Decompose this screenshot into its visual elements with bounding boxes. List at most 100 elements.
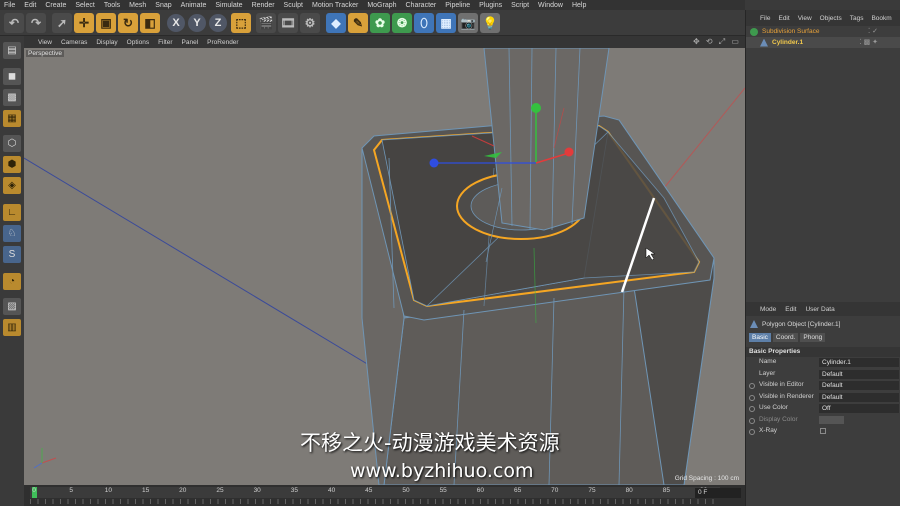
display-color-swatch[interactable] — [819, 415, 844, 424]
locked-workplane-icon[interactable]: ▥ — [3, 319, 21, 336]
om-menu-file[interactable]: File — [760, 15, 770, 22]
snap-icon[interactable]: S — [3, 246, 21, 263]
cloner-icon[interactable]: ❂ — [392, 13, 412, 33]
menu-select[interactable]: Select — [75, 2, 94, 9]
attr-row-visible-renderer: Visible in Renderer Default — [746, 392, 900, 404]
object-row-cylinder[interactable]: Cylinder.1 ⁚ ▩ ✦ — [746, 37, 900, 48]
render-view-icon[interactable]: 🎬 — [256, 13, 276, 33]
menu-animate[interactable]: Animate — [181, 2, 207, 9]
tab-basic[interactable]: Basic — [749, 333, 771, 342]
perspective-viewport[interactable]: Perspective Grid Spacing : 100 cm — [24, 48, 745, 485]
menu-script[interactable]: Script — [511, 2, 529, 9]
edges-mode-icon[interactable]: ⬢ — [3, 156, 21, 173]
tab-phong[interactable]: Phong — [800, 333, 826, 342]
viewport-menu-prorender[interactable]: ProRender — [207, 39, 238, 46]
object-visibility-flags[interactable]: ⁚ ✓ — [868, 27, 878, 35]
use-color-select[interactable]: Off — [819, 404, 899, 413]
menu-simulate[interactable]: Simulate — [215, 2, 242, 9]
am-menu-user-data[interactable]: User Data — [805, 306, 834, 313]
animate-toggle-icon[interactable] — [749, 383, 755, 389]
coordinate-system-icon[interactable]: ⬚ — [231, 13, 251, 33]
menu-mograph[interactable]: MoGraph — [367, 2, 396, 9]
menu-window[interactable]: Window — [538, 2, 563, 9]
viewport-camera-label[interactable]: Perspective — [26, 50, 64, 57]
layer-field[interactable]: Default — [819, 369, 899, 379]
om-menu-objects[interactable]: Objects — [820, 15, 842, 22]
timeline[interactable]: 051015202530354045505560657075808590 0 F — [24, 485, 745, 506]
axis-y-toggle[interactable]: Y — [188, 14, 206, 32]
menu-plugins[interactable]: Plugins — [479, 2, 502, 9]
model-mode-icon[interactable]: ◼ — [3, 68, 21, 85]
render-picture-viewer-icon[interactable]: 🎞 — [278, 13, 298, 33]
light-icon[interactable]: 💡 — [480, 13, 500, 33]
pen-spline-icon[interactable]: ✎ — [348, 13, 368, 33]
workplane-mode-icon[interactable]: ▦ — [3, 110, 21, 127]
menu-character[interactable]: Character — [406, 2, 437, 9]
last-tool-icon[interactable]: ◧ — [140, 13, 160, 33]
viewport-menu-filter[interactable]: Filter — [158, 39, 172, 46]
axis-mode-icon[interactable]: ∟ — [3, 204, 21, 221]
menu-help[interactable]: Help — [572, 2, 586, 9]
object-tags-icon[interactable]: ⁚ ▩ ✦ — [859, 38, 878, 46]
select-arrow-icon[interactable]: ➚ — [52, 13, 72, 33]
timeline-track[interactable] — [30, 487, 720, 498]
menu-mesh[interactable]: Mesh — [129, 2, 146, 9]
xray-checkbox[interactable] — [820, 428, 826, 434]
menu-create[interactable]: Create — [45, 2, 66, 9]
redo-icon[interactable]: ↷ — [26, 13, 46, 33]
polygon-object-icon — [760, 38, 768, 47]
animate-toggle-icon[interactable] — [749, 417, 755, 424]
menu-sculpt[interactable]: Sculpt — [284, 2, 303, 9]
viewport-menu-cameras[interactable]: Cameras — [61, 39, 87, 46]
magnet-icon[interactable]: ◔ — [3, 273, 21, 290]
menu-file[interactable]: File — [4, 2, 15, 9]
animate-toggle-icon[interactable] — [749, 429, 755, 435]
texture-mode-icon[interactable]: ▩ — [3, 89, 21, 106]
visible-in-editor-select[interactable]: Default — [819, 381, 899, 390]
viewport-menu-options[interactable]: Options — [127, 39, 149, 46]
am-menu-edit[interactable]: Edit — [785, 306, 796, 313]
axis-x-toggle[interactable]: X — [167, 14, 185, 32]
animate-toggle-icon[interactable] — [749, 406, 755, 412]
object-row-subdivision-surface[interactable]: Subdivision Surface ⁚ ✓ — [746, 26, 900, 37]
menu-render[interactable]: Render — [252, 2, 275, 9]
floor-environment-icon[interactable]: ▦ — [436, 13, 456, 33]
object-name[interactable]: Subdivision Surface — [762, 28, 819, 35]
menu-tools[interactable]: Tools — [104, 2, 120, 9]
menu-snap[interactable]: Snap — [155, 2, 171, 9]
menu-pipeline[interactable]: Pipeline — [445, 2, 470, 9]
am-menu-mode[interactable]: Mode — [760, 306, 776, 313]
menu-motion-tracker[interactable]: Motion Tracker — [312, 2, 358, 9]
om-menu-tags[interactable]: Tags — [850, 15, 864, 22]
polygons-mode-icon[interactable]: ◈ — [3, 177, 21, 194]
move-tool-icon[interactable]: ✛ — [74, 13, 94, 33]
render-settings-icon[interactable]: ⚙ — [300, 13, 320, 33]
om-menu-view[interactable]: View — [798, 15, 812, 22]
cube-object-icon[interactable]: ◆ — [326, 13, 346, 33]
points-mode-icon[interactable]: ⬡ — [3, 135, 21, 152]
name-field[interactable]: Cylinder.1 — [819, 358, 899, 367]
viewport-menu-display[interactable]: Display — [96, 39, 117, 46]
menu-edit[interactable]: Edit — [24, 2, 36, 9]
visible-in-renderer-select[interactable]: Default — [819, 392, 899, 402]
undo-icon[interactable]: ↶ — [4, 13, 24, 33]
om-menu-bookmarks[interactable]: Bookm — [871, 15, 891, 22]
viewport-menu-view[interactable]: View — [38, 39, 52, 46]
current-frame-field[interactable]: 0 F — [695, 488, 741, 498]
make-editable-icon[interactable]: ▤ — [3, 42, 21, 59]
animate-toggle-icon[interactable] — [749, 394, 755, 401]
axis-z-toggle[interactable]: Z — [209, 14, 227, 32]
scale-tool-icon[interactable]: ▣ — [96, 13, 116, 33]
object-name[interactable]: Cylinder.1 — [772, 39, 803, 46]
viewport-menu-panel[interactable]: Panel — [182, 39, 199, 46]
camera-icon[interactable]: 📷 — [458, 13, 478, 33]
rotate-tool-icon[interactable]: ↻ — [118, 13, 138, 33]
viewport-nav-icons[interactable]: ✥ ⟲ ⤢ ▭ — [693, 37, 741, 47]
workplane-icon[interactable]: ▨ — [3, 298, 21, 315]
attr-row-name: Name Cylinder.1 — [746, 357, 900, 369]
tab-coord[interactable]: Coord. — [772, 333, 799, 342]
subdivision-generator-icon[interactable]: ✿ — [370, 13, 390, 33]
om-menu-edit[interactable]: Edit — [778, 15, 789, 22]
deformer-icon[interactable]: ⬯ — [414, 13, 434, 33]
tweak-mode-icon[interactable]: ♘ — [3, 225, 21, 242]
